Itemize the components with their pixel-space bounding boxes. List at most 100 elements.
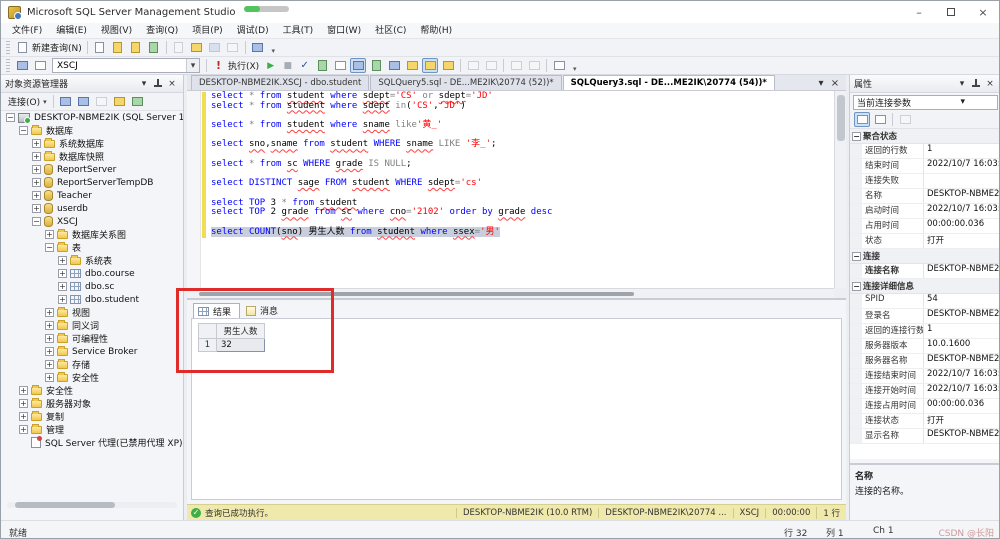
- display-estimated-plan-icon[interactable]: [314, 58, 330, 73]
- video-progress-bar[interactable]: [244, 6, 289, 12]
- expander-icon[interactable]: +: [32, 152, 41, 161]
- tree-item[interactable]: + 数据库关系图: [1, 228, 183, 241]
- expander-icon[interactable]: −: [852, 281, 861, 291]
- property-row[interactable]: 连接占用时间 00:00:00.036: [850, 399, 999, 414]
- expander-icon[interactable]: −: [6, 113, 15, 122]
- tree-item[interactable]: SQL Server 代理(已禁用代理 XP): [1, 436, 183, 449]
- tree-item[interactable]: − 表: [1, 241, 183, 254]
- pin-button[interactable]: [151, 77, 165, 91]
- results-to-grid-icon[interactable]: [350, 58, 367, 73]
- expander-icon[interactable]: −: [19, 126, 28, 135]
- property-row[interactable]: 返回的行数 1: [850, 144, 999, 159]
- menu-item[interactable]: 社区(C): [368, 23, 413, 39]
- sql-code[interactable]: select * from student where sdept='CS' o…: [211, 91, 834, 237]
- close-panel-button[interactable]: ×: [165, 77, 179, 91]
- results-to-text-icon[interactable]: [404, 58, 420, 73]
- scrollbar-thumb[interactable]: [15, 502, 115, 508]
- document-tab[interactable]: SQLQuery3.sql - DE...ME2IK\20774 (54))*: [562, 75, 775, 90]
- expander-icon[interactable]: +: [45, 230, 54, 239]
- expander-icon[interactable]: +: [32, 165, 41, 174]
- properties-object-selector[interactable]: 当前连接参数 ▾: [850, 93, 999, 111]
- tree-item[interactable]: + Service Broker: [1, 345, 183, 358]
- tree-item[interactable]: + 系统表: [1, 254, 183, 267]
- tree-item[interactable]: − 数据库: [1, 124, 183, 137]
- tree-item[interactable]: + dbo.sc: [1, 280, 183, 293]
- property-row[interactable]: 连接失败: [850, 174, 999, 189]
- tree-item[interactable]: + 安全性: [1, 371, 183, 384]
- property-row[interactable]: 连接状态 打开: [850, 414, 999, 429]
- expander-icon[interactable]: +: [32, 178, 41, 187]
- tree-item[interactable]: + dbo.course: [1, 267, 183, 280]
- menu-item[interactable]: 窗口(W): [320, 23, 368, 39]
- connect-button[interactable]: 连接(O) ▾: [5, 94, 50, 109]
- menu-item[interactable]: 工具(T): [276, 23, 321, 39]
- tree-item[interactable]: + Teacher: [1, 189, 183, 202]
- sql-editor[interactable]: select * from student where sdept='CS' o…: [187, 91, 834, 288]
- tree-item[interactable]: + 服务器对象: [1, 397, 183, 410]
- property-row[interactable]: 服务器版本 10.0.1600: [850, 339, 999, 354]
- menu-item[interactable]: 查询(Q): [139, 23, 185, 39]
- expander-icon[interactable]: +: [45, 360, 54, 369]
- document-tab[interactable]: DESKTOP-NBME2IK.XSCJ - dbo.student: [191, 75, 370, 90]
- tree-item[interactable]: + 安全性: [1, 384, 183, 397]
- debug-icon[interactable]: ▶: [263, 58, 278, 73]
- results-to-file-icon[interactable]: [422, 58, 439, 73]
- query-options-icon[interactable]: [332, 58, 348, 73]
- activity-monitor-icon[interactable]: [250, 40, 266, 55]
- expander-icon[interactable]: −: [852, 131, 861, 141]
- open-xmla-query-icon[interactable]: [146, 40, 162, 55]
- editor-selection-margin[interactable]: [187, 91, 201, 288]
- database-selector[interactable]: ▾: [52, 58, 200, 73]
- toolbar-overflow-icon[interactable]: ▾: [269, 40, 278, 55]
- expander-icon[interactable]: −: [32, 217, 41, 226]
- expander-icon[interactable]: +: [58, 282, 67, 291]
- toolbar-overflow-icon[interactable]: ▾: [570, 58, 579, 73]
- close-button[interactable]: ×: [967, 1, 999, 23]
- property-row[interactable]: 连接名称 DESKTOP-NBME2IK: [850, 264, 999, 279]
- open-database-engine-query-icon[interactable]: [110, 40, 126, 55]
- expander-icon[interactable]: +: [32, 139, 41, 148]
- expander-icon[interactable]: +: [45, 308, 54, 317]
- property-section-header[interactable]: − 聚合状态: [850, 129, 999, 144]
- refresh-icon[interactable]: [58, 94, 74, 109]
- alphabetical-sort-icon[interactable]: [872, 112, 888, 127]
- property-row[interactable]: SPID 54: [850, 294, 999, 309]
- expander-icon[interactable]: +: [45, 373, 54, 382]
- tree-item[interactable]: + 存储: [1, 358, 183, 371]
- tree-item[interactable]: + 同义词: [1, 319, 183, 332]
- toolbar-grip[interactable]: [6, 59, 10, 72]
- expander-icon[interactable]: +: [45, 334, 54, 343]
- analyze-query-icon[interactable]: [368, 58, 384, 73]
- tree-item[interactable]: + ReportServer: [1, 163, 183, 176]
- open-folder-icon[interactable]: [189, 40, 205, 55]
- window-position-icon[interactable]: ▾: [955, 77, 969, 91]
- tree-item[interactable]: + 可编程性: [1, 332, 183, 345]
- expander-icon[interactable]: +: [19, 399, 28, 408]
- categorized-icon[interactable]: [854, 112, 870, 127]
- expander-icon[interactable]: +: [32, 191, 41, 200]
- tree-item[interactable]: + 管理: [1, 423, 183, 436]
- expander-icon[interactable]: +: [58, 269, 67, 278]
- tree-item[interactable]: + ReportServerTempDB: [1, 176, 183, 189]
- menu-item[interactable]: 编辑(E): [49, 23, 94, 39]
- database-selector-input[interactable]: [53, 60, 186, 71]
- menu-item[interactable]: 视图(V): [94, 23, 139, 39]
- property-section-header[interactable]: − 连接: [850, 249, 999, 264]
- property-section-header[interactable]: − 连接详细信息: [850, 279, 999, 294]
- property-row[interactable]: 连接结束时间2022/10/7 16:03:34: [850, 369, 999, 384]
- tree-item[interactable]: + 视图: [1, 306, 183, 319]
- minimize-button[interactable]: –: [903, 1, 935, 23]
- pin-button[interactable]: [969, 77, 983, 91]
- property-row[interactable]: 连接开始时间2022/10/7 16:03:34: [850, 384, 999, 399]
- parse-icon[interactable]: ✓: [297, 58, 312, 73]
- filter-icon[interactable]: [112, 94, 128, 109]
- tree-item[interactable]: + dbo.student: [1, 293, 183, 306]
- comment-icon[interactable]: [440, 58, 456, 73]
- menu-item[interactable]: 帮助(H): [413, 23, 459, 39]
- expander-icon[interactable]: +: [45, 347, 54, 356]
- execute-button[interactable]: 执行(X): [228, 59, 259, 72]
- editor-vertical-scrollbar[interactable]: [834, 91, 846, 288]
- property-row[interactable]: 状态 打开: [850, 234, 999, 249]
- tree-item[interactable]: − DESKTOP-NBME2IK (SQL Server 10.0.160: [1, 111, 183, 124]
- scrollbar-thumb[interactable]: [837, 95, 845, 141]
